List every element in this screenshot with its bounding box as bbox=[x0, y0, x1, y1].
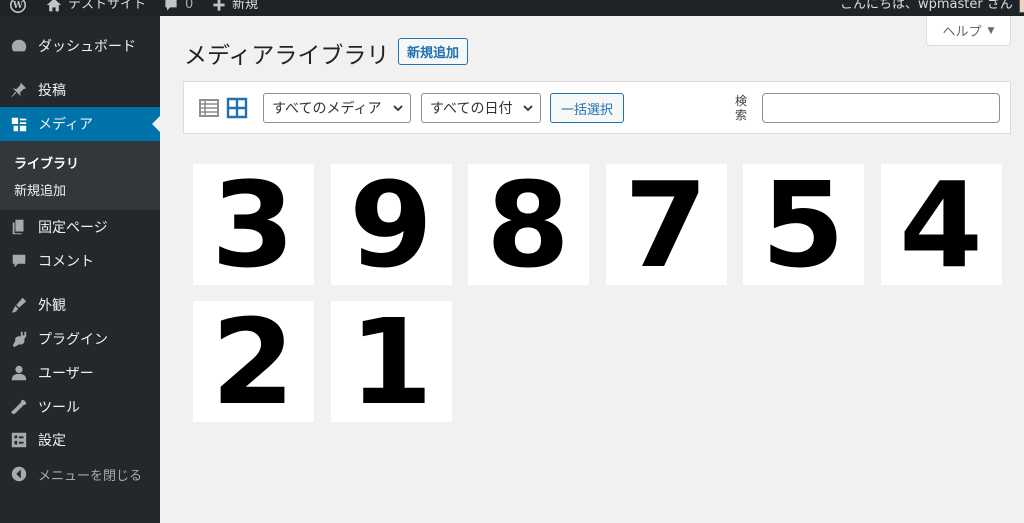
chevron-down-icon bbox=[523, 105, 533, 112]
settings-icon bbox=[9, 430, 29, 450]
media-attachment-tile[interactable]: 9 bbox=[330, 155, 452, 294]
media-attachment-tile[interactable]: 2 bbox=[193, 301, 314, 422]
attachment-thumbnail-label: 7 bbox=[624, 155, 708, 294]
plus-icon bbox=[213, 0, 225, 11]
date-value: すべての日付 bbox=[430, 101, 513, 117]
site-name: テストサイト bbox=[68, 0, 147, 12]
attachment-thumbnail-label: 3 bbox=[211, 155, 296, 294]
list-view-icon[interactable] bbox=[198, 97, 220, 119]
my-account-link[interactable]: こんにちは、wpmaster さん bbox=[840, 0, 1024, 15]
media-attachment-tile[interactable]: 4 bbox=[880, 155, 1002, 294]
media-attachment-tile[interactable]: 1 bbox=[330, 292, 452, 431]
wordpress-logo-icon[interactable]: W bbox=[10, 0, 26, 15]
collapse-menu-button[interactable]: メニューを閉じる bbox=[0, 457, 160, 491]
user-icon bbox=[9, 363, 29, 383]
collapse-arrow-icon bbox=[9, 464, 29, 484]
page-icon bbox=[9, 217, 29, 237]
help-label: ヘルプ bbox=[942, 25, 982, 40]
sidebar-item-posts[interactable]: 投稿 bbox=[0, 73, 160, 107]
dashboard-icon bbox=[9, 36, 29, 56]
sidebar-item-users[interactable]: ユーザー bbox=[0, 356, 160, 390]
sidebar-item-plugins[interactable]: プラグイン bbox=[0, 322, 160, 356]
admin-sidebar: ダッシュボード 投稿 メディア ライブラリ 新規追加 固定ページ コメント 外観… bbox=[0, 16, 160, 523]
site-name-link[interactable]: テストサイト bbox=[46, 0, 146, 15]
attachment-thumbnail-label: 4 bbox=[899, 155, 983, 294]
search-label: 検索 bbox=[734, 94, 747, 122]
pushpin-icon bbox=[9, 80, 29, 100]
collapse-label: メニューを閉じる bbox=[38, 468, 143, 484]
sidebar-item-label: 外観 bbox=[38, 298, 66, 314]
sidebar-item-label: 設定 bbox=[38, 433, 66, 449]
sidebar-item-pages[interactable]: 固定ページ bbox=[0, 210, 160, 244]
media-type-select[interactable]: すべてのメディア bbox=[263, 93, 411, 123]
plugin-icon bbox=[9, 329, 29, 349]
svg-text:W: W bbox=[12, 1, 23, 11]
brush-icon bbox=[9, 295, 29, 315]
media-type-value: すべてのメディア bbox=[272, 101, 382, 117]
caret-down-icon: ▼ bbox=[987, 25, 995, 36]
greeting: こんにちは、wpmaster さん bbox=[840, 0, 1013, 12]
attachment-thumbnail-label: 2 bbox=[211, 292, 296, 431]
comments-link[interactable]: 0 bbox=[163, 0, 193, 15]
media-attachment-tile[interactable]: 8 bbox=[468, 164, 589, 285]
submenu-item-library[interactable]: ライブラリ bbox=[14, 153, 79, 172]
attachment-thumbnail-label: 1 bbox=[349, 292, 433, 431]
sidebar-item-label: 固定ページ bbox=[38, 220, 108, 236]
admin-bar: W テストサイト 0 新規 こんにちは、wpmaster さん bbox=[0, 0, 1024, 16]
submenu-item-add-new[interactable]: 新規追加 bbox=[14, 180, 66, 199]
chevron-down-icon bbox=[393, 105, 403, 112]
attachment-thumbnail-label: 8 bbox=[486, 155, 571, 294]
sidebar-item-label: 投稿 bbox=[38, 83, 66, 99]
sidebar-item-appearance[interactable]: 外観 bbox=[0, 288, 160, 322]
page-title: メディアライブラリ bbox=[184, 43, 390, 69]
comment-icon bbox=[9, 251, 29, 271]
sidebar-item-label: ダッシュボード bbox=[38, 39, 136, 55]
media-attachment-tile[interactable]: 7 bbox=[605, 155, 727, 294]
media-attachment-tile[interactable]: 3 bbox=[193, 164, 314, 285]
sidebar-item-label: ツール bbox=[38, 400, 80, 416]
sidebar-item-comments[interactable]: コメント bbox=[0, 244, 160, 278]
comment-bubble-icon bbox=[165, 0, 177, 11]
comments-count: 0 bbox=[185, 0, 194, 12]
wrench-icon bbox=[9, 397, 29, 417]
media-submenu: ライブラリ 新規追加 bbox=[0, 141, 160, 210]
new-content-link[interactable]: 新規 bbox=[212, 0, 258, 15]
main-content: ヘルプ ▼ メディアライブラリ 新規追加 すべてのメディア すべての日付 一括選… bbox=[160, 16, 1024, 523]
attachment-thumbnail-label: 9 bbox=[349, 155, 433, 294]
media-attachment-tile[interactable]: 5 bbox=[743, 164, 864, 285]
date-select[interactable]: すべての日付 bbox=[421, 93, 541, 123]
new-label: 新規 bbox=[232, 0, 259, 12]
sidebar-item-label: コメント bbox=[38, 254, 94, 270]
sidebar-item-label: プラグイン bbox=[38, 332, 108, 348]
attachment-thumbnail-label: 5 bbox=[761, 155, 846, 294]
help-button[interactable]: ヘルプ ▼ bbox=[926, 16, 1011, 46]
bulk-select-button[interactable]: 一括選択 bbox=[550, 93, 625, 123]
sidebar-item-dashboard[interactable]: ダッシュボード bbox=[0, 29, 160, 63]
add-new-button[interactable]: 新規追加 bbox=[398, 38, 469, 65]
search-input[interactable] bbox=[762, 93, 1000, 123]
media-icon bbox=[9, 114, 29, 134]
sidebar-item-label: メディア bbox=[38, 117, 94, 133]
grid-view-icon[interactable] bbox=[226, 97, 248, 119]
sidebar-item-media[interactable]: メディア bbox=[0, 107, 160, 141]
sidebar-item-tools[interactable]: ツール bbox=[0, 390, 160, 424]
home-icon bbox=[46, 0, 62, 12]
avatar bbox=[1018, 0, 1024, 13]
sidebar-item-settings[interactable]: 設定 bbox=[0, 423, 160, 457]
sidebar-item-label: ユーザー bbox=[38, 366, 94, 382]
media-toolbar: すべてのメディア すべての日付 一括選択 検索 bbox=[183, 81, 1011, 134]
